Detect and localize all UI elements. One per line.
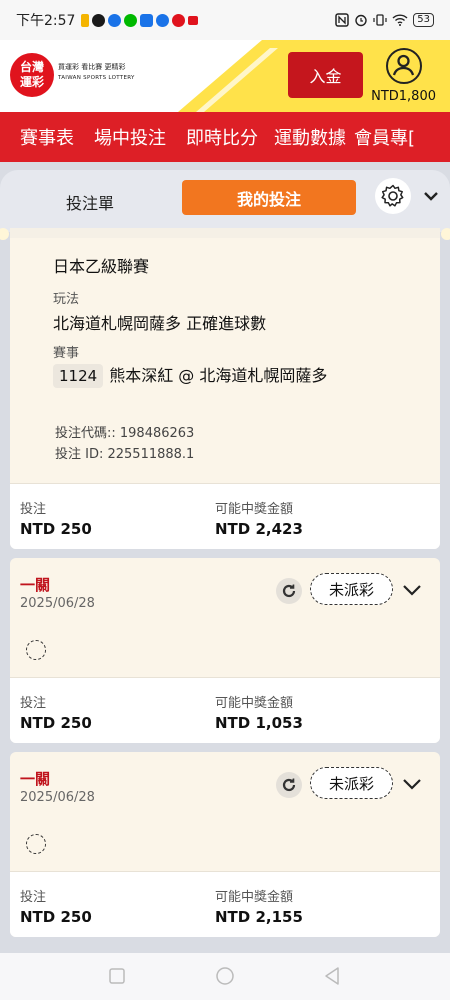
app-header: 台灣 運彩 買運彩 看比賽 更精彩 TAIWAN SPORTS LOTTERY … bbox=[0, 40, 450, 112]
bet-card[interactable]: 一關 2025/06/28 未派彩 投注 NTD 250 可能中獎金額 NTD … bbox=[10, 752, 440, 937]
bet-id: 投注 ID: 225511888.1 bbox=[55, 447, 195, 462]
system-icons: 53 bbox=[335, 13, 434, 27]
notification-icons bbox=[81, 13, 199, 27]
back-button bbox=[325, 967, 339, 985]
bet-card-footer: 投注 NTD 250 可能中獎金額 NTD 2,423 bbox=[10, 483, 440, 549]
wifi-icon bbox=[392, 14, 408, 26]
settings-gear-icon[interactable] bbox=[375, 178, 411, 214]
event-number-chip: 1124 bbox=[53, 364, 104, 388]
alarm-icon bbox=[355, 14, 367, 27]
payout-value: NTD 1,053 bbox=[215, 714, 303, 732]
notification-icon bbox=[92, 13, 106, 27]
nfc-icon bbox=[335, 13, 350, 27]
event-name: 熊本深紅 @ 北海道札幌岡薩多 bbox=[109, 366, 328, 385]
notification-icon bbox=[81, 13, 90, 27]
bet-card-footer: 投注 NTD 250 可能中獎金額 NTD 2,155 bbox=[10, 871, 440, 937]
line-icon bbox=[124, 13, 138, 27]
refresh-icon[interactable] bbox=[276, 578, 302, 604]
stake-label: 投注 bbox=[20, 890, 47, 905]
notification-icon bbox=[188, 15, 199, 25]
bet-card-detail: 日本乙級聯賽 玩法 北海道札幌岡薩多 正確進球數 賽事 1124 熊本深紅 @ 北… bbox=[10, 238, 440, 549]
collapse-chevron-icon[interactable] bbox=[420, 185, 442, 207]
loading-icon bbox=[26, 640, 46, 660]
logo-english: TAIWAN SPORTS LOTTERY bbox=[58, 75, 135, 81]
battery-icon: 53 bbox=[413, 13, 434, 27]
notification-icon bbox=[140, 13, 154, 27]
market-value: 北海道札幌岡薩多 正確進球數 bbox=[53, 314, 267, 333]
status-badge: 未派彩 bbox=[310, 573, 393, 605]
vibrate-icon bbox=[373, 14, 387, 26]
nav-item-sports-data[interactable]: 運動數據 bbox=[258, 124, 346, 150]
system-navigation-bar bbox=[0, 953, 450, 1000]
market-label: 玩法 bbox=[53, 292, 80, 307]
notification-icon bbox=[108, 13, 122, 27]
event-label: 賽事 bbox=[53, 346, 80, 361]
league-value: 日本乙級聯賽 bbox=[53, 257, 150, 276]
bet-card-footer: 投注 NTD 250 可能中獎金額 NTD 1,053 bbox=[10, 677, 440, 743]
recents-button bbox=[109, 968, 125, 984]
event-row: 1124 熊本深紅 @ 北海道札幌岡薩多 bbox=[53, 362, 327, 388]
user-account-icon[interactable] bbox=[386, 48, 422, 84]
expand-chevron-icon[interactable] bbox=[400, 580, 424, 600]
balance-amount: NTD1,800 bbox=[371, 89, 436, 104]
nav-item-live-scores[interactable]: 即時比分 bbox=[166, 124, 258, 150]
stake-value: NTD 250 bbox=[20, 520, 92, 538]
bet-code: 投注代碼:: 198486263 bbox=[55, 426, 195, 441]
stake-value: NTD 250 bbox=[20, 714, 92, 732]
nav-item-schedule[interactable]: 賽事表 bbox=[0, 124, 74, 150]
stake-label: 投注 bbox=[20, 696, 47, 711]
stake-value: NTD 250 bbox=[20, 908, 92, 926]
payout-label: 可能中獎金額 bbox=[215, 502, 294, 517]
bet-date: 2025/06/28 bbox=[20, 790, 95, 805]
status-time: 下午2:57 bbox=[16, 13, 76, 29]
stake-label: 投注 bbox=[20, 502, 47, 517]
logo-tagline: 買運彩 看比賽 更精彩 TAIWAN SPORTS LOTTERY bbox=[58, 62, 135, 84]
home-button bbox=[216, 967, 234, 985]
status-bar: 下午2:57 53 bbox=[0, 0, 450, 40]
deposit-button[interactable]: 入金 bbox=[288, 52, 363, 98]
payout-label: 可能中獎金額 bbox=[215, 890, 294, 905]
refresh-icon[interactable] bbox=[276, 772, 302, 798]
bet-card[interactable]: 一關 2025/06/28 未派彩 投注 NTD 250 可能中獎金額 NTD … bbox=[10, 558, 440, 743]
logo-line2: 運彩 bbox=[19, 75, 44, 89]
payout-label: 可能中獎金額 bbox=[215, 696, 294, 711]
main-nav: 賽事表 場中投注 即時比分 運動數據 會員專[ bbox=[0, 112, 450, 162]
loading-icon bbox=[26, 834, 46, 854]
nav-item-live-betting[interactable]: 場中投注 bbox=[74, 124, 166, 150]
status-badge: 未派彩 bbox=[310, 767, 393, 799]
bet-type: 一關 bbox=[20, 770, 51, 788]
tab-my-bets[interactable]: 我的投注 bbox=[182, 180, 356, 215]
notification-icon bbox=[172, 13, 186, 27]
nav-item-member[interactable]: 會員專[ bbox=[346, 124, 415, 150]
expand-chevron-icon[interactable] bbox=[400, 774, 424, 794]
tab-bet-slip[interactable]: 投注單 bbox=[40, 186, 140, 218]
logo[interactable]: 台灣 運彩 bbox=[10, 53, 54, 97]
bet-date: 2025/06/28 bbox=[20, 596, 95, 611]
bet-type: 一關 bbox=[20, 576, 51, 594]
notification-icon bbox=[156, 13, 170, 27]
payout-value: NTD 2,423 bbox=[215, 520, 303, 538]
payout-value: NTD 2,155 bbox=[215, 908, 303, 926]
logo-tagline-text: 買運彩 看比賽 更精彩 bbox=[58, 63, 126, 71]
logo-line1: 台灣 bbox=[19, 60, 44, 74]
